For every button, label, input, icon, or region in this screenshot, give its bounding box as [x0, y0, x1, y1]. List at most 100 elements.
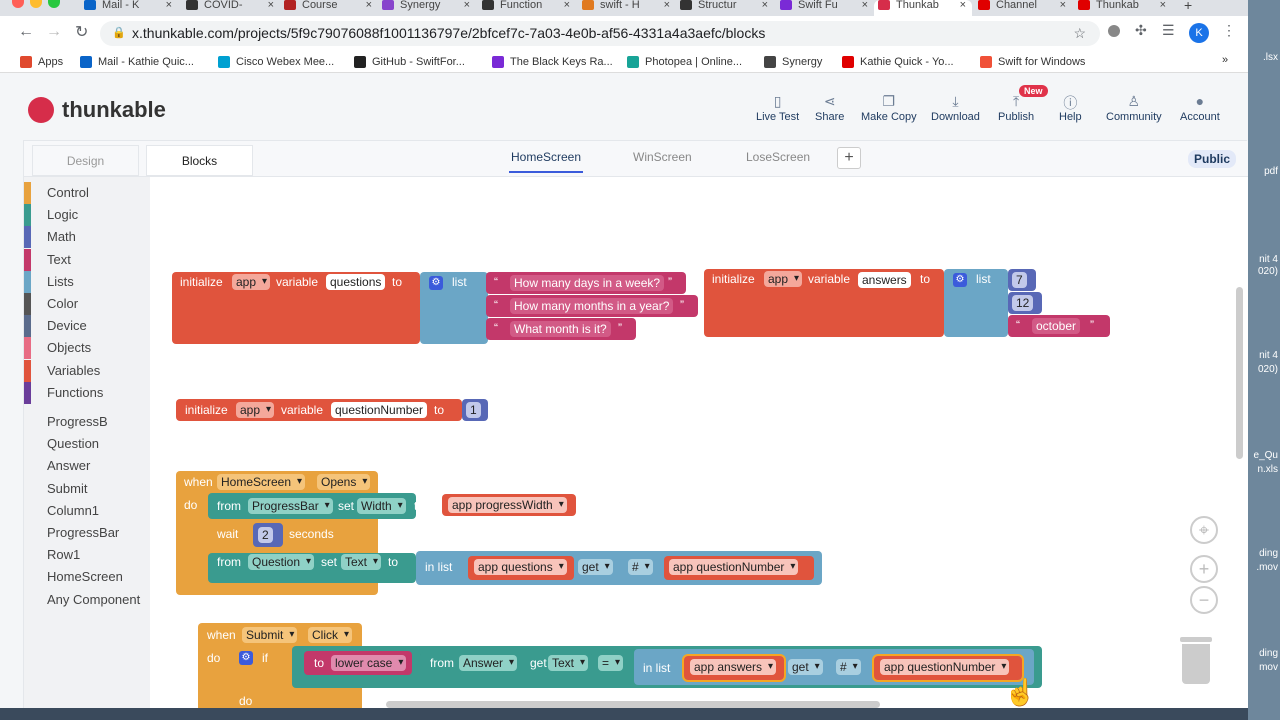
category-functions[interactable]: Functions	[24, 381, 150, 404]
tab-design[interactable]: Design	[32, 145, 139, 176]
scope-dropdown[interactable]: app	[764, 271, 803, 287]
toolbar-share-button[interactable]: ⋖ Share	[815, 93, 844, 123]
zoom-in-icon[interactable]: +	[1190, 555, 1218, 583]
tab-close-icon[interactable]: ×	[366, 0, 372, 11]
browser-tab[interactable]: COVID- ×	[182, 0, 280, 16]
window-control-icon[interactable]	[12, 0, 24, 8]
text-field[interactable]: How many days in a week?	[510, 275, 665, 291]
browser-menu-icon[interactable]: ⋮	[1222, 22, 1236, 39]
category-control[interactable]: Control	[24, 182, 150, 204]
toolbar-account-button[interactable]: ● Account	[1180, 93, 1220, 123]
browser-tab[interactable]: Course ×	[280, 0, 378, 16]
tab-close-icon[interactable]: ×	[664, 0, 670, 11]
component-dropdown[interactable]: Answer	[459, 655, 518, 671]
extension-icon[interactable]	[1108, 25, 1120, 37]
browser-tab[interactable]: Synergy ×	[378, 0, 476, 16]
bookmark-item[interactable]: Photopea | Online...	[627, 54, 742, 70]
text-field[interactable]: What month is it?	[510, 321, 611, 337]
browser-tab[interactable]: Thunkab ×	[874, 0, 972, 16]
profile-avatar[interactable]: K	[1189, 23, 1209, 43]
toolbar-copy-button[interactable]: ❐ Make Copy	[861, 93, 917, 123]
get-dropdown[interactable]: get	[578, 559, 613, 575]
toolbar-help-button[interactable]: ⓘ Help	[1059, 93, 1082, 123]
component-item[interactable]: ProgressB	[24, 411, 150, 433]
variable-name-field[interactable]: answers	[858, 272, 911, 288]
screen-tab-losescreen[interactable]: LoseScreen	[746, 150, 810, 164]
toolbar-download-button[interactable]: ⤓ Download	[931, 93, 980, 123]
horizontal-scrollbar[interactable]	[386, 701, 880, 708]
new-tab-icon[interactable]: +	[1184, 0, 1192, 13]
bookmark-item[interactable]: Mail - Kathie Quic...	[80, 54, 194, 70]
number-field[interactable]: 1	[466, 402, 481, 418]
variable-dropdown[interactable]: app questionNumber	[669, 559, 799, 575]
component-item[interactable]: ProgressBar	[24, 522, 150, 544]
category-device[interactable]: Device	[24, 315, 150, 338]
variable-dropdown[interactable]: app answers	[690, 659, 777, 675]
reload-icon[interactable]: ↻	[75, 22, 88, 42]
component-item[interactable]: Answer	[24, 455, 150, 477]
puzzle-icon[interactable]: ✣	[1135, 22, 1147, 39]
bookmark-item[interactable]: Swift for Windows	[980, 54, 1085, 70]
component-item[interactable]: Question	[24, 433, 150, 455]
category-color[interactable]: Color	[24, 293, 150, 315]
index-type-dropdown[interactable]: #	[628, 559, 653, 575]
public-badge[interactable]: Public	[1188, 150, 1237, 168]
trash-icon[interactable]	[1180, 637, 1212, 685]
component-dropdown[interactable]: HomeScreen	[217, 474, 306, 490]
vertical-scrollbar[interactable]	[1236, 287, 1243, 459]
browser-tab[interactable]: Mail - K ×	[80, 0, 178, 16]
variable-name-field[interactable]: questions	[326, 274, 386, 290]
property-dropdown[interactable]: Text	[548, 655, 589, 671]
component-item[interactable]: Row1	[24, 544, 150, 566]
category-math[interactable]: Math	[24, 226, 150, 249]
window-control-icon[interactable]	[48, 0, 60, 8]
tab-close-icon[interactable]: ×	[862, 0, 868, 11]
tab-close-icon[interactable]: ×	[1060, 0, 1066, 11]
zoom-out-icon[interactable]: −	[1190, 586, 1218, 614]
reading-list-icon[interactable]: ☰	[1162, 22, 1175, 39]
component-item[interactable]: Submit	[24, 478, 150, 500]
bookmark-item[interactable]: Kathie Quick - Yo...	[842, 54, 954, 70]
browser-tab[interactable]: Thunkab ×	[1074, 0, 1172, 16]
toolbar-phone-button[interactable]: ▯ Live Test	[756, 93, 799, 123]
bookmark-item[interactable]: Apps	[20, 54, 63, 70]
forward-icon[interactable]: →	[46, 23, 62, 41]
tab-close-icon[interactable]: ×	[1160, 0, 1166, 11]
bookmark-item[interactable]: The Black Keys Ra...	[492, 54, 613, 70]
gear-icon[interactable]: ⚙	[953, 273, 967, 287]
category-variables[interactable]: Variables	[24, 359, 150, 382]
component-dropdown[interactable]: ProgressBar	[248, 498, 333, 514]
text-field[interactable]: How many months in a year?	[510, 298, 674, 314]
url-bar[interactable]: 🔒 x.thunkable.com/projects/5f9c79076088f…	[100, 21, 1100, 46]
bookmark-item[interactable]: Synergy	[764, 54, 822, 70]
number-field[interactable]: 12	[1012, 295, 1034, 311]
component-dropdown[interactable]: Question	[248, 554, 315, 570]
category-text[interactable]: Text	[24, 248, 150, 271]
scope-dropdown[interactable]: app	[236, 402, 275, 418]
text-field[interactable]: october	[1032, 318, 1081, 334]
operator-dropdown[interactable]: =	[598, 655, 624, 671]
bookmark-item[interactable]: GitHub - SwiftFor...	[354, 54, 465, 70]
blocks-workspace[interactable]: initialize app variable questions to ⚙ list “ Ho…	[150, 177, 1248, 711]
tab-close-icon[interactable]: ×	[564, 0, 570, 11]
category-objects[interactable]: Objects	[24, 337, 150, 360]
thunkable-logo[interactable]: thunkable	[28, 97, 166, 123]
target-icon[interactable]: ⌖	[1190, 516, 1218, 544]
property-dropdown[interactable]: Width	[357, 498, 406, 514]
variable-name-field[interactable]: questionNumber	[331, 402, 428, 418]
index-type-dropdown[interactable]: #	[836, 659, 861, 675]
screen-tab-winscreen[interactable]: WinScreen	[633, 150, 692, 164]
tab-close-icon[interactable]: ×	[762, 0, 768, 11]
variable-dropdown[interactable]: app questions	[474, 559, 567, 575]
event-dropdown[interactable]: Click	[308, 627, 352, 643]
gear-icon[interactable]: ⚙	[429, 276, 443, 290]
browser-tab[interactable]: swift - H ×	[578, 0, 676, 16]
category-lists[interactable]: Lists	[24, 270, 150, 293]
toolbar-publish-button[interactable]: ⤒ Publish	[998, 93, 1034, 123]
case-dropdown[interactable]: lower case	[331, 655, 407, 671]
back-icon[interactable]: ←	[18, 23, 34, 41]
number-field[interactable]: 7	[1012, 272, 1027, 288]
component-item[interactable]: Any Component	[24, 589, 150, 611]
event-dropdown[interactable]: Opens	[317, 474, 371, 490]
tab-close-icon[interactable]: ×	[166, 0, 172, 11]
